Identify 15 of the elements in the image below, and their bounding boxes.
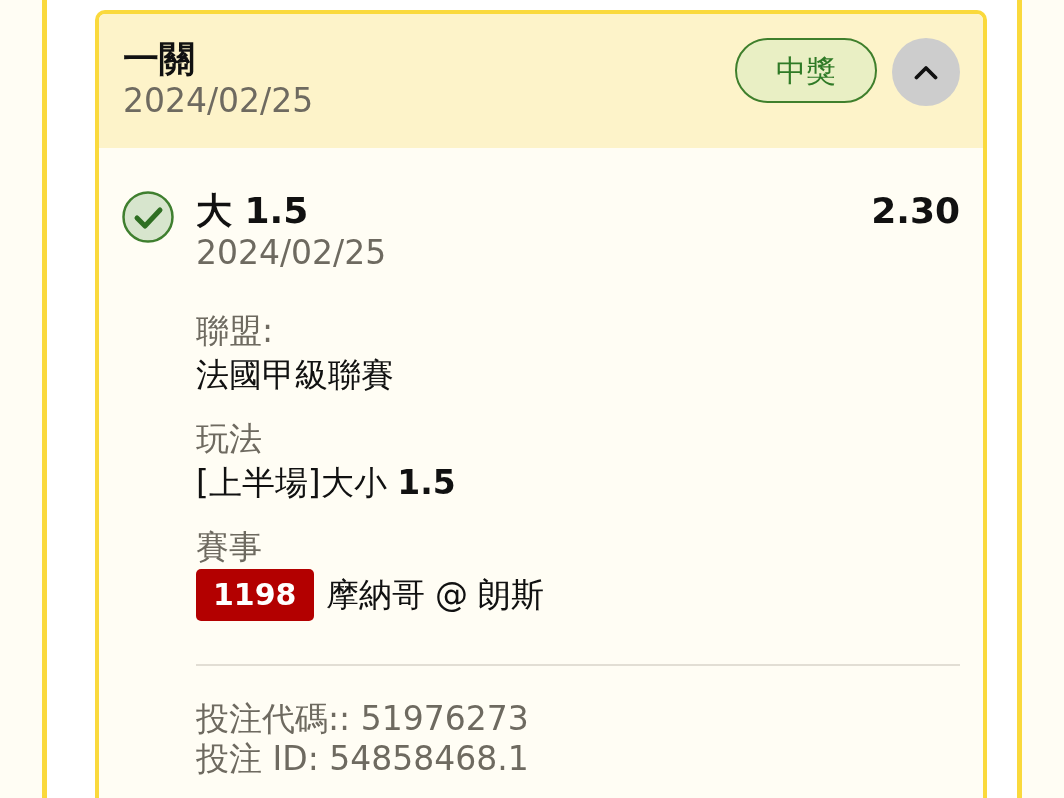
bet-type-title: 一關 bbox=[123, 38, 196, 80]
match-number-badge: 1198 bbox=[196, 569, 314, 621]
selection-title: 大 1.5 bbox=[196, 190, 309, 232]
bet-date: 2024/02/25 bbox=[123, 80, 314, 122]
bet-reference-text: 投注代碼:: 51976273 bbox=[196, 699, 530, 739]
bet-reference-text: 投注 ID: 54858468.1 bbox=[196, 739, 530, 779]
detail-label: 玩法 bbox=[196, 418, 263, 460]
detail-value: [上半場]大小 1.5 bbox=[196, 462, 457, 504]
odds-value: 2.30 bbox=[871, 190, 960, 232]
selection-date: 2024/02/25 bbox=[196, 232, 388, 274]
status-badge: 中獎 bbox=[735, 38, 877, 103]
match-teams: 摩納哥 @ 朗斯 bbox=[325, 574, 545, 616]
detail-label: 賽事 bbox=[196, 526, 263, 568]
detail-label: 聯盟: bbox=[196, 310, 275, 352]
detail-value: 法國甲級聯賽 bbox=[196, 354, 395, 396]
